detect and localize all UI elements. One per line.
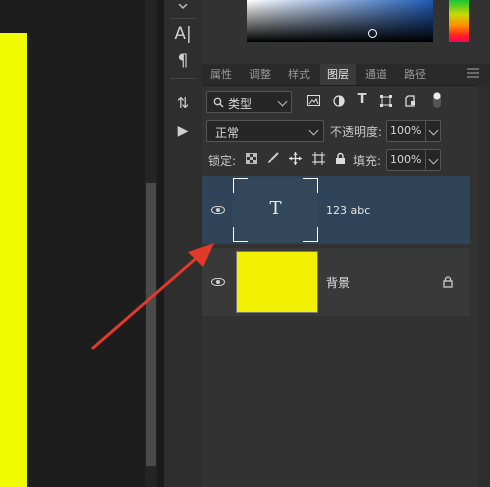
annotation-arrow: [91, 243, 214, 350]
